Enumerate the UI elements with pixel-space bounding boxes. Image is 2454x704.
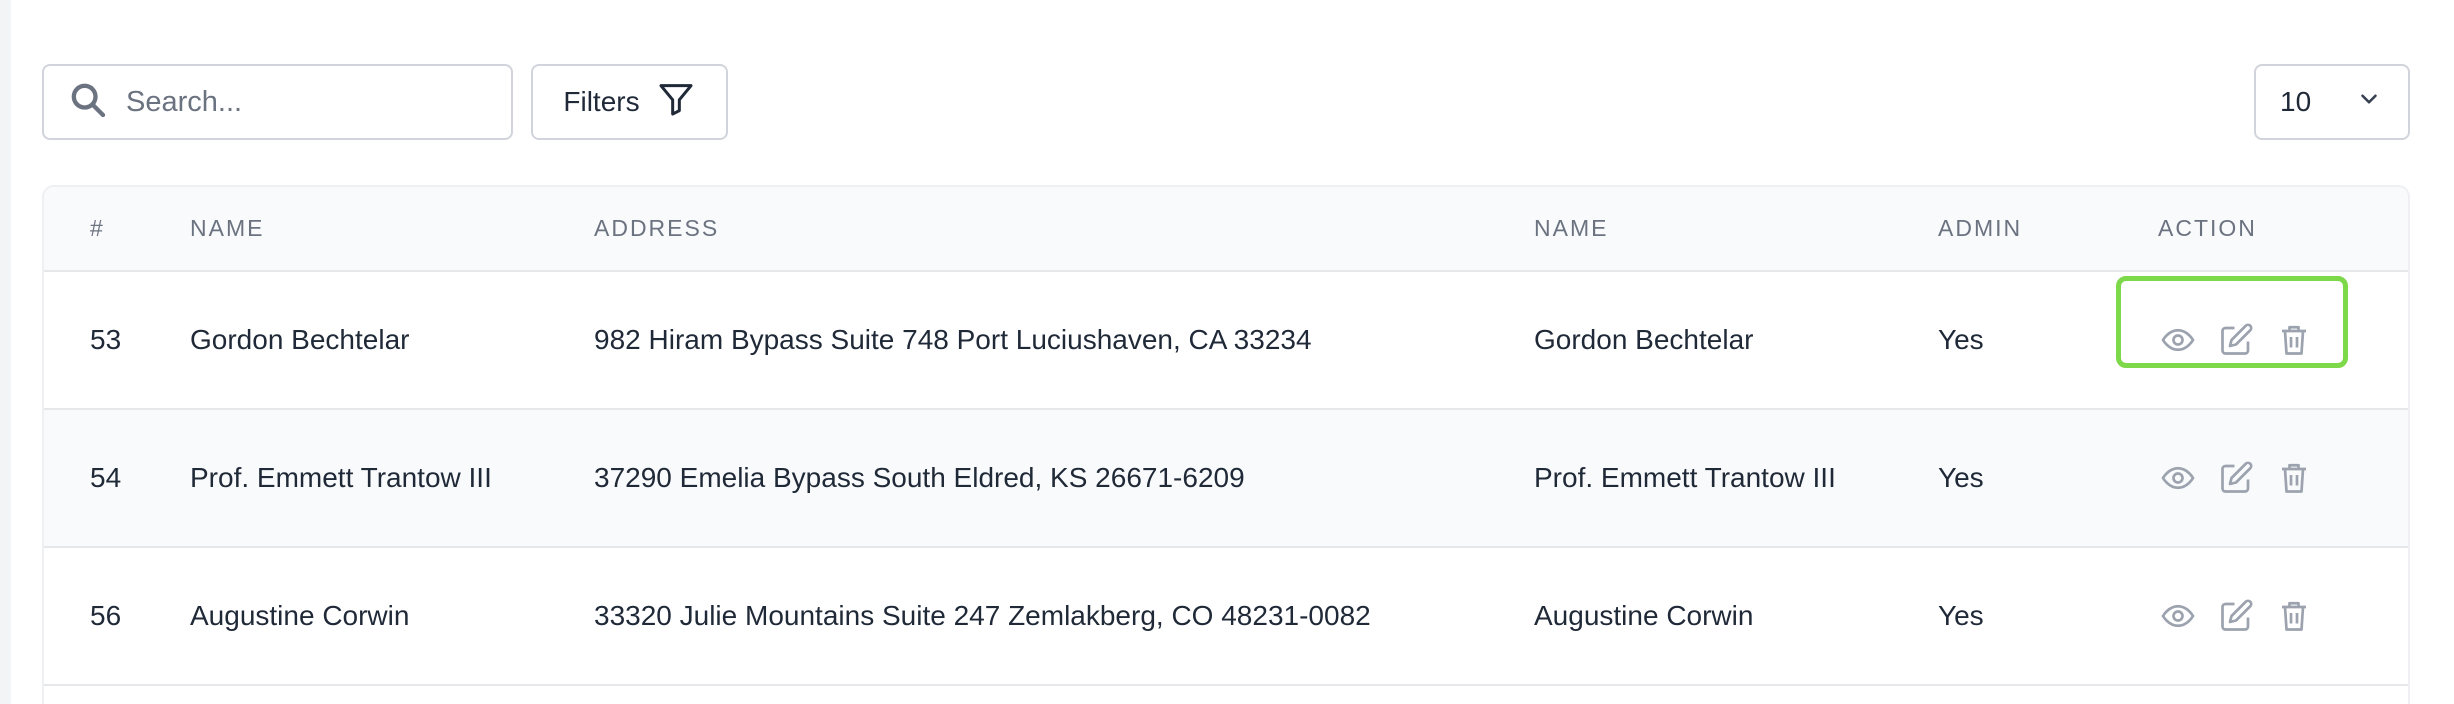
cell-id: 53 — [90, 324, 122, 355]
edit-icon[interactable] — [2218, 322, 2254, 358]
filter-icon — [656, 79, 696, 126]
search-field[interactable] — [42, 64, 513, 140]
trash-icon[interactable] — [2276, 598, 2312, 634]
row-actions — [2158, 598, 2408, 634]
edit-icon[interactable] — [2218, 598, 2254, 634]
cell-admin: Yes — [1938, 324, 1984, 355]
edit-icon[interactable] — [2218, 460, 2254, 496]
header-action: ACTION — [2158, 187, 2408, 272]
cell-actions — [2158, 409, 2408, 547]
cell-address: 37290 Emelia Bypass South Eldred, KS 266… — [594, 462, 1245, 493]
per-page-value: 10 — [2280, 86, 2312, 117]
eye-icon[interactable] — [2160, 598, 2196, 634]
table-row: 53 Gordon Bechtelar 982 Hiram Bypass Sui… — [44, 271, 2408, 409]
users-table-page: Filters 10 # NAME ADDRESS NAME ADMIN — [0, 0, 2454, 704]
table-row: 56 Augustine Corwin 33320 Julie Mountain… — [44, 547, 2408, 685]
eye-icon[interactable] — [2160, 460, 2196, 496]
search-icon — [68, 80, 108, 125]
chevron-down-icon — [2356, 86, 2382, 119]
cell-name: Gordon Bechtelar — [190, 324, 410, 355]
header-admin: ADMIN — [1938, 187, 2158, 272]
cell-actions — [2116, 271, 2408, 409]
eye-icon[interactable] — [2160, 322, 2196, 358]
search-input[interactable] — [126, 85, 486, 119]
cell-name-2: Augustine Corwin — [1534, 600, 1754, 631]
table-header-row: # NAME ADDRESS NAME ADMIN ACTION — [44, 187, 2408, 272]
left-edge-strip — [0, 0, 11, 704]
cell-id: 56 — [90, 600, 122, 631]
per-page-select[interactable]: 10 — [2254, 64, 2410, 140]
cell-name: Augustine Corwin — [190, 600, 410, 631]
cell-admin: Yes — [1938, 600, 1984, 631]
cell-name-2: Prof. Emmett Trantow III — [1534, 462, 1836, 493]
header-name-2: NAME — [1534, 187, 1938, 272]
table-row: 54 Prof. Emmett Trantow III 37290 Emelia… — [44, 409, 2408, 547]
trash-icon[interactable] — [2276, 322, 2312, 358]
cell-admin: Yes — [1938, 462, 1984, 493]
cell-name-2: Gordon Bechtelar — [1534, 324, 1754, 355]
header-id: # — [44, 187, 190, 272]
cell-id: 54 — [90, 462, 122, 493]
header-name: NAME — [190, 187, 594, 272]
cell-actions — [2158, 547, 2408, 685]
cell-name: Prof. Emmett Trantow III — [190, 462, 492, 493]
cell-address: 33320 Julie Mountains Suite 247 Zemlakbe… — [594, 600, 1371, 631]
row-actions — [2158, 460, 2408, 496]
trash-icon[interactable] — [2276, 460, 2312, 496]
header-address: ADDRESS — [594, 187, 1534, 272]
users-table: # NAME ADDRESS NAME ADMIN ACTION 53 Gord… — [42, 185, 2410, 704]
row-actions — [2116, 276, 2408, 368]
filters-button[interactable]: Filters — [531, 64, 728, 140]
cell-address: 982 Hiram Bypass Suite 748 Port Luciusha… — [594, 324, 1312, 355]
filters-button-label: Filters — [563, 86, 640, 117]
